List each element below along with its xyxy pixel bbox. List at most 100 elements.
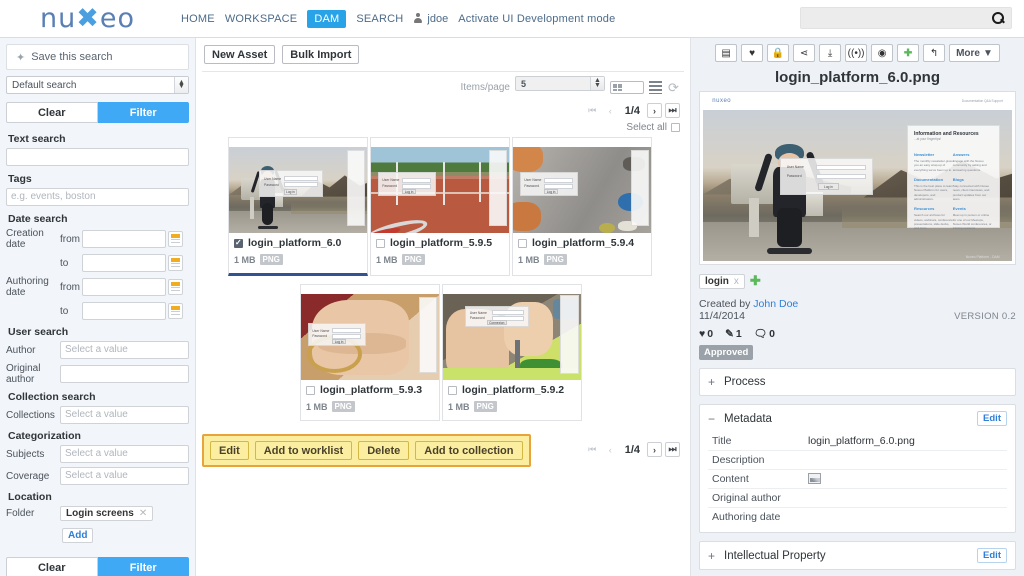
authoring-date-to-input[interactable]	[82, 302, 166, 320]
pager-first-button[interactable]: ⏮	[585, 442, 600, 457]
pager-last-button[interactable]: ⏭	[665, 103, 680, 118]
comment-counter[interactable]: 🗨 0	[754, 327, 775, 341]
asset-card-meta: 1 MB PNG	[518, 254, 646, 265]
asset-card[interactable]: User Name Password Log in l	[300, 284, 440, 421]
asset-thumbnail[interactable]: User Name Password Log in	[301, 285, 439, 380]
collections-input[interactable]: Select a value	[60, 406, 189, 424]
nav-item-workspace[interactable]: WORKSPACE	[225, 13, 298, 25]
new-asset-button[interactable]: New Asset	[204, 45, 276, 64]
clear-button-bottom[interactable]: Clear	[6, 557, 98, 576]
filter-button-bottom[interactable]: Filter	[97, 557, 189, 576]
items-per-page-select[interactable]: 5 ▲ ▼	[515, 76, 605, 91]
like-counter[interactable]: ♥ 0	[699, 328, 713, 340]
favorite-heart-icon[interactable]: ♥	[741, 44, 764, 62]
process-section[interactable]: + Process	[699, 368, 1016, 396]
nuxeo-dam-app: nu✖eo HOME WORKSPACE DAM SEARCH jdoe Act…	[0, 0, 1024, 576]
asset-thumbnail[interactable]: User Name Password Connexion	[443, 285, 581, 380]
chevron-updown-icon[interactable]: ▲ ▼	[590, 77, 604, 90]
asset-checkbox[interactable]	[376, 238, 385, 248]
calendar-icon[interactable]	[168, 255, 183, 271]
more-menu-button[interactable]: More ▼	[949, 44, 1000, 62]
expand-plus-icon[interactable]: +	[708, 549, 715, 563]
add-tag-icon[interactable]: ✚	[750, 273, 761, 289]
creation-date-to-input[interactable]	[82, 254, 166, 272]
edit-button[interactable]: Edit	[210, 441, 249, 460]
nuxeo-logo[interactable]: nu✖eo	[40, 5, 135, 32]
refresh-icon[interactable]: ⟳	[667, 81, 680, 94]
folder-chip[interactable]: Login screens ✕	[60, 506, 154, 521]
asset-checkbox[interactable]	[518, 238, 527, 248]
add-to-collection-button[interactable]: Add to collection	[415, 441, 523, 460]
authoring-date-from-input[interactable]	[82, 278, 166, 296]
global-search-input[interactable]	[801, 12, 991, 24]
pager-next-button[interactable]: ›	[647, 103, 662, 118]
close-icon[interactable]: x	[734, 276, 739, 287]
text-search-input[interactable]	[6, 148, 189, 166]
pager-last-button[interactable]: ⏭	[665, 442, 680, 457]
pagination-top: ⏮ ‹ 1/4 › ⏭	[196, 99, 690, 118]
saved-search-select[interactable]: Default search ▲ ▼	[6, 76, 189, 94]
asset-card[interactable]: User Name Password Connexion login_platf…	[442, 284, 582, 421]
notebook-icon[interactable]: ▤	[715, 44, 738, 62]
asset-card[interactable]: User Name Password Log in l	[228, 137, 368, 276]
author-input[interactable]: Select a value	[60, 341, 189, 359]
subscribe-broadcast-icon[interactable]: ((•))	[845, 44, 868, 62]
collapse-minus-icon[interactable]: −	[708, 412, 715, 426]
select-all-checkbox[interactable]	[671, 123, 680, 132]
pager-prev-button[interactable]: ‹	[603, 103, 618, 118]
intellectual-property-edit-button[interactable]: Edit	[977, 548, 1007, 563]
creation-date-from-input[interactable]	[82, 230, 166, 248]
tag-chip[interactable]: login x	[699, 273, 745, 289]
asset-thumbnail[interactable]: User Name Password Log in	[371, 138, 509, 233]
filter-button-top[interactable]: Filter	[97, 102, 189, 123]
asset-thumbnail[interactable]: User Name Password Log in	[513, 138, 651, 233]
lock-icon[interactable]: 🔒	[767, 44, 790, 62]
preview-eye-icon[interactable]: ◉	[871, 44, 894, 62]
activate-ui-dev-mode-link[interactable]: Activate UI Development mode	[458, 13, 615, 25]
add-to-worklist-button[interactable]: Add to worklist	[254, 441, 353, 460]
nav-item-search[interactable]: SEARCH	[356, 13, 403, 25]
share-icon[interactable]: ⋖	[793, 44, 816, 62]
user-menu[interactable]: jdoe	[413, 13, 448, 25]
pager-next-button[interactable]: ›	[647, 442, 662, 457]
tags-input[interactable]: e.g. events, boston	[6, 188, 189, 206]
delete-button[interactable]: Delete	[358, 441, 410, 460]
coverage-input[interactable]: Select a value	[60, 467, 189, 485]
created-by-user-link[interactable]: John Doe	[753, 298, 798, 310]
global-search[interactable]	[800, 7, 1012, 29]
folder-add-button[interactable]: Add	[62, 528, 94, 543]
add-plus-icon[interactable]: ✚	[897, 44, 920, 62]
asset-card[interactable]: User Name Password Log in l	[512, 137, 652, 276]
pager-first-button[interactable]: ⏮	[585, 103, 600, 118]
subjects-input[interactable]: Select a value	[60, 445, 189, 463]
asset-card[interactable]: User Name Password Log in l	[370, 137, 510, 276]
asset-checkbox[interactable]	[234, 238, 243, 248]
search-icon[interactable]	[991, 11, 1005, 25]
bulk-import-button[interactable]: Bulk Import	[282, 45, 360, 64]
asset-checkbox[interactable]	[448, 385, 457, 395]
nav-item-dam[interactable]: DAM	[307, 9, 347, 28]
select-all-row[interactable]: Select all	[196, 118, 690, 133]
nav-item-home[interactable]: HOME	[181, 13, 215, 25]
pager-prev-button[interactable]: ‹	[603, 442, 618, 457]
chevron-updown-icon[interactable]: ▲ ▼	[174, 77, 188, 93]
metadata-edit-button[interactable]: Edit	[977, 411, 1007, 426]
image-thumbnail-icon[interactable]	[808, 473, 821, 484]
document-preview[interactable]: nuxeo Documentation Q&A Support User Nam…	[699, 91, 1016, 265]
save-this-search-button[interactable]: ✦ Save this search	[6, 44, 189, 70]
edit-counter[interactable]: ✎ 1	[725, 328, 742, 340]
download-icon[interactable]: ⤓	[819, 44, 842, 62]
calendar-icon[interactable]	[168, 231, 183, 247]
asset-thumbnail[interactable]: User Name Password Log in	[229, 138, 367, 233]
calendar-icon[interactable]	[168, 303, 183, 319]
original-author-input[interactable]	[60, 365, 189, 383]
calendar-icon[interactable]	[168, 279, 183, 295]
expand-plus-icon[interactable]: +	[708, 375, 715, 389]
grid-view-icon[interactable]	[610, 81, 644, 94]
clear-button-top[interactable]: Clear	[6, 102, 98, 123]
list-view-icon[interactable]	[649, 81, 662, 94]
asset-checkbox[interactable]	[306, 385, 315, 395]
close-icon[interactable]: ✕	[139, 508, 147, 519]
artwork-info-sub: ...at your fingertips!	[913, 136, 942, 141]
undo-arrow-icon[interactable]: ↰	[923, 44, 946, 62]
